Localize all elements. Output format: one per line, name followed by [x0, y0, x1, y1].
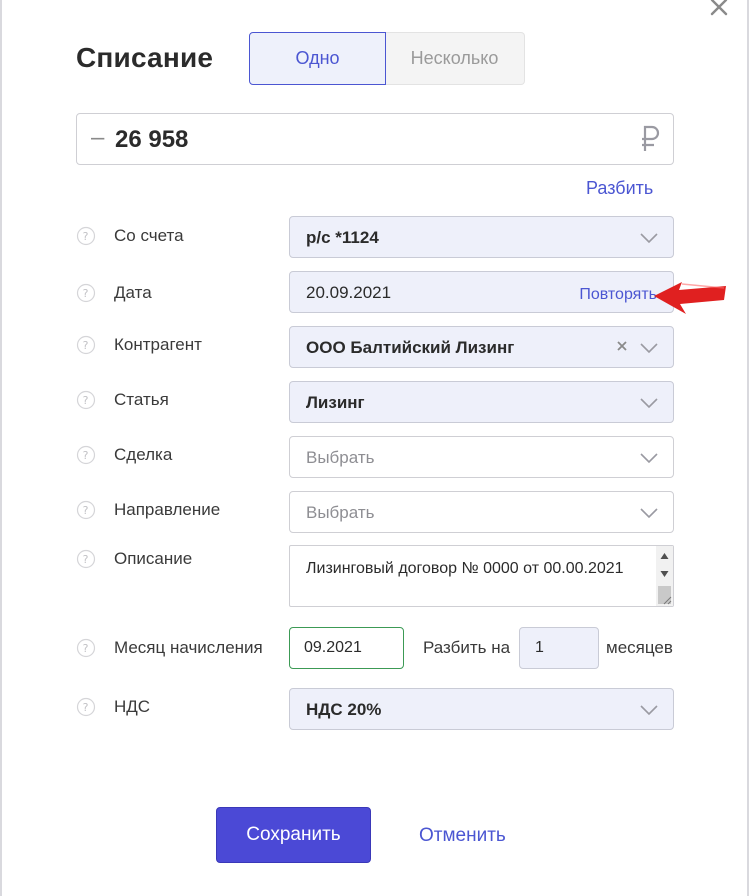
- clear-icon[interactable]: [615, 339, 629, 353]
- amount-sign: –: [91, 124, 105, 151]
- description-label: Описание: [114, 549, 193, 568]
- help-icon[interactable]: ?: [76, 445, 96, 465]
- account-label: Со счета: [114, 226, 184, 245]
- accrual-month-value: 09.2021: [304, 639, 362, 656]
- chevron-down-icon: [640, 343, 658, 354]
- scroll-up-icon[interactable]: [660, 552, 669, 560]
- dialog-title: Списание: [76, 42, 214, 73]
- tab-multiple[interactable]: Несколько: [385, 32, 525, 85]
- dialog-left-edge: [0, 0, 2, 896]
- help-icon[interactable]: ?: [76, 697, 96, 717]
- deal-label: Сделка: [114, 445, 173, 464]
- date-value: 20.09.2021: [306, 283, 392, 302]
- category-select[interactable]: Лизинг: [289, 381, 674, 423]
- direction-label: Направление: [114, 500, 221, 519]
- help-icon[interactable]: ?: [76, 335, 96, 355]
- amount-input[interactable]: – 26 958: [76, 113, 674, 165]
- save-button[interactable]: Сохранить: [216, 807, 371, 863]
- counterparty-value: ООО Балтийский Лизинг: [306, 338, 515, 357]
- ruble-icon: [642, 125, 660, 151]
- direction-select[interactable]: Выбрать: [289, 491, 674, 533]
- account-value: р/с *1124: [306, 228, 379, 247]
- category-value: Лизинг: [306, 393, 365, 412]
- svg-text:?: ?: [83, 449, 89, 462]
- help-icon[interactable]: ?: [76, 283, 96, 303]
- svg-text:?: ?: [83, 394, 89, 407]
- chevron-down-icon: [640, 705, 658, 716]
- date-input[interactable]: 20.09.2021 Повторять: [289, 271, 674, 313]
- chevron-down-icon: [640, 398, 658, 409]
- help-icon[interactable]: ?: [76, 226, 96, 246]
- svg-text:?: ?: [83, 230, 89, 243]
- help-icon[interactable]: ?: [76, 390, 96, 410]
- cancel-button[interactable]: Отменить: [419, 825, 506, 847]
- accrual-month-input[interactable]: 09.2021: [289, 627, 404, 669]
- resize-handle-icon[interactable]: [662, 595, 672, 605]
- counterparty-label: Контрагент: [114, 335, 202, 354]
- svg-text:?: ?: [83, 339, 89, 352]
- months-label: месяцев: [606, 638, 673, 657]
- direction-placeholder: Выбрать: [306, 503, 375, 522]
- tab-single[interactable]: Одно: [249, 32, 386, 85]
- close-icon[interactable]: [706, 0, 732, 20]
- vat-select[interactable]: НДС 20%: [289, 688, 674, 730]
- svg-text:?: ?: [83, 701, 89, 714]
- deal-select[interactable]: Выбрать: [289, 436, 674, 478]
- svg-text:?: ?: [83, 287, 89, 300]
- chevron-down-icon: [640, 453, 658, 464]
- vat-value: НДС 20%: [306, 700, 382, 719]
- help-icon[interactable]: ?: [76, 638, 96, 658]
- deal-placeholder: Выбрать: [306, 448, 375, 467]
- annotation-arrow-icon: [654, 282, 726, 314]
- counterparty-select[interactable]: ООО Балтийский Лизинг: [289, 326, 674, 368]
- vat-label: НДС: [114, 697, 151, 716]
- chevron-down-icon: [640, 508, 658, 519]
- date-label: Дата: [114, 283, 152, 302]
- split-amount-link[interactable]: Разбить: [586, 178, 653, 199]
- description-textarea[interactable]: Лизинговый договор № 0000 от 00.00.2021: [289, 545, 674, 607]
- help-icon[interactable]: ?: [76, 549, 96, 569]
- dialog-right-edge: [747, 0, 749, 896]
- repeat-link[interactable]: Повторять: [579, 286, 657, 304]
- svg-text:?: ?: [83, 504, 89, 517]
- account-select[interactable]: р/с *1124: [289, 216, 674, 258]
- help-icon[interactable]: ?: [76, 500, 96, 520]
- accrual-month-label: Месяц начисления: [114, 638, 263, 657]
- description-value: Лизинговый договор № 0000 от 00.00.2021: [306, 560, 624, 577]
- split-count-value: 1: [535, 639, 544, 656]
- svg-text:?: ?: [83, 553, 89, 566]
- amount-value: 26 958: [115, 126, 189, 153]
- svg-text:?: ?: [83, 642, 89, 655]
- scroll-down-icon[interactable]: [660, 570, 669, 578]
- category-label: Статья: [114, 390, 169, 409]
- chevron-down-icon: [640, 233, 658, 244]
- split-count-input[interactable]: 1: [519, 627, 599, 669]
- split-on-label: Разбить на: [423, 638, 511, 657]
